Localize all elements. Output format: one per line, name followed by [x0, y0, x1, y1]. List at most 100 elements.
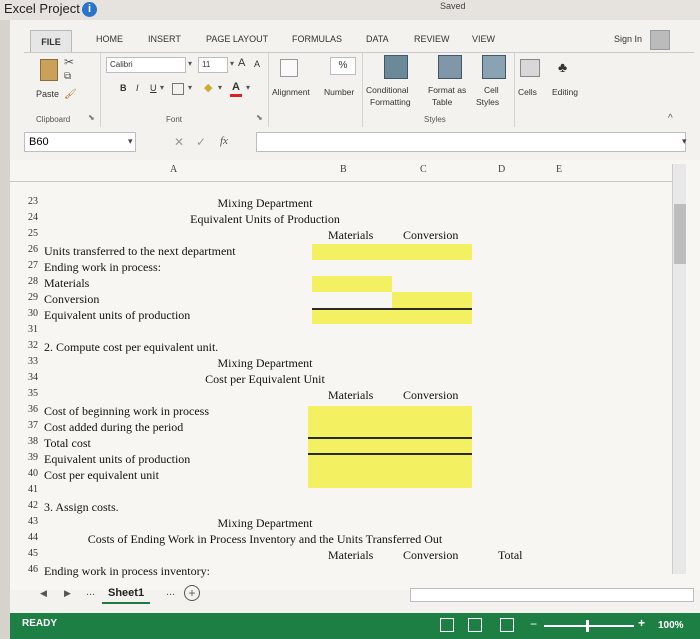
clipboard-launcher-icon[interactable]: ⬊	[88, 113, 95, 122]
cut-icon[interactable]: ✂	[64, 55, 74, 69]
name-box-dropdown-icon[interactable]: ▾	[128, 136, 133, 147]
tab-review[interactable]: REVIEW	[414, 34, 450, 44]
alignment-button[interactable]: Alignment	[272, 87, 310, 97]
sheet-tab-sheet1[interactable]: Sheet1	[102, 586, 151, 604]
font-name-dropdown-icon[interactable]: ▾	[188, 59, 192, 68]
cell-a[interactable]: Total cost	[44, 436, 91, 451]
format-as-table-label-2[interactable]: Table	[432, 97, 452, 107]
vertical-scroll-thumb[interactable]	[674, 204, 686, 264]
row-number[interactable]: 38	[28, 436, 42, 447]
cell-a[interactable]: Ending work in process:	[44, 260, 161, 275]
cells-icon[interactable]	[520, 59, 540, 77]
column-header-e[interactable]: E	[556, 164, 562, 175]
next-sheet-icon[interactable]: ▶	[64, 588, 71, 599]
fill-color-icon[interactable]: ◆	[204, 81, 212, 94]
cell-a[interactable]: Cost added during the period	[44, 420, 183, 435]
cell-styles-label-1[interactable]: Cell	[484, 85, 499, 95]
column-header-c[interactable]: C	[420, 164, 427, 175]
page-break-view-icon[interactable]	[500, 618, 514, 632]
info-icon[interactable]: i	[82, 2, 97, 17]
insert-function-icon[interactable]: fx	[220, 135, 228, 147]
cell-centered-heading[interactable]: Costs of Ending Work in Process Inventor…	[10, 532, 520, 547]
font-color-dropdown-icon[interactable]: ▾	[246, 83, 250, 92]
row-number[interactable]: 46	[28, 564, 42, 575]
cell-styles-icon[interactable]	[482, 55, 506, 79]
cell-c-header[interactable]: Conversion	[403, 388, 458, 403]
row-number[interactable]: 35	[28, 388, 42, 399]
italic-button[interactable]: I	[136, 83, 139, 93]
copy-icon[interactable]: ⧉	[64, 71, 71, 82]
row-number[interactable]: 36	[28, 404, 42, 415]
underline-button[interactable]: U	[150, 83, 157, 93]
expand-formula-bar-icon[interactable]: ▾	[682, 136, 687, 147]
borders-icon[interactable]	[172, 83, 184, 95]
editing-button[interactable]: Editing	[552, 87, 578, 97]
row-number[interactable]: 42	[28, 500, 42, 511]
column-header-b[interactable]: B	[340, 164, 347, 175]
bold-button[interactable]: B	[120, 83, 127, 93]
row-number[interactable]: 26	[28, 244, 42, 255]
fill-color-dropdown-icon[interactable]: ▾	[218, 83, 222, 92]
format-as-table-label-1[interactable]: Format as	[428, 85, 466, 95]
formula-input[interactable]	[256, 132, 686, 152]
shrink-font-button[interactable]: A	[254, 59, 260, 69]
number-button[interactable]: Number	[324, 87, 354, 97]
tab-insert[interactable]: INSERT	[148, 34, 181, 44]
cell-a[interactable]: Cost per equivalent unit	[44, 468, 159, 483]
sheets-more-right[interactable]: ...	[166, 586, 175, 598]
sign-in-link[interactable]: Sign In	[614, 34, 642, 44]
zoom-slider[interactable]	[544, 625, 634, 627]
zoom-level[interactable]: 100%	[658, 620, 684, 631]
cell-a[interactable]: Equivalent units of production	[44, 452, 190, 467]
tab-file[interactable]: FILE	[30, 30, 72, 52]
row-number[interactable]: 37	[28, 420, 42, 431]
cell-a[interactable]: Cost of beginning work in process	[44, 404, 209, 419]
font-name-box[interactable]: Calibri	[106, 57, 186, 73]
conditional-formatting-icon[interactable]	[384, 55, 408, 79]
row-number[interactable]: 27	[28, 260, 42, 271]
column-header-d[interactable]: D	[498, 164, 505, 175]
cell-a[interactable]: 3. Assign costs.	[44, 500, 119, 515]
avatar-icon[interactable]	[650, 30, 670, 50]
conditional-formatting-label-2[interactable]: Formatting	[370, 97, 411, 107]
vertical-scrollbar[interactable]	[672, 164, 686, 574]
enter-icon[interactable]: ✓	[196, 135, 206, 149]
format-as-table-icon[interactable]	[438, 55, 462, 79]
zoom-in-icon[interactable]: +	[638, 616, 645, 630]
row-number[interactable]: 45	[28, 548, 42, 559]
font-color-icon[interactable]: A	[230, 81, 242, 97]
cell-d-header[interactable]: Total	[498, 548, 523, 563]
borders-dropdown-icon[interactable]: ▾	[188, 83, 192, 92]
font-size-box[interactable]: 11	[198, 57, 228, 73]
column-header-a[interactable]: A	[170, 164, 177, 175]
name-box[interactable]: B60	[24, 132, 136, 152]
font-launcher-icon[interactable]: ⬊	[256, 113, 263, 122]
add-sheet-icon[interactable]: +	[184, 585, 200, 601]
cell-styles-label-2[interactable]: Styles	[476, 97, 499, 107]
row-number[interactable]: 28	[28, 276, 42, 287]
tab-view[interactable]: VIEW	[472, 34, 495, 44]
page-layout-view-icon[interactable]	[468, 618, 482, 632]
cell-c-header[interactable]: Conversion	[403, 548, 458, 563]
row-number[interactable]: 41	[28, 484, 42, 495]
tab-home[interactable]: HOME	[96, 34, 123, 44]
normal-view-icon[interactable]	[440, 618, 454, 632]
conditional-formatting-label-1[interactable]: Conditional	[366, 85, 409, 95]
cell-a[interactable]: Materials	[44, 276, 89, 291]
row-number[interactable]: 32	[28, 340, 42, 351]
row-number[interactable]: 40	[28, 468, 42, 479]
cell-a[interactable]: 2. Compute cost per equivalent unit.	[44, 340, 218, 355]
cell-centered-heading[interactable]: Mixing Department	[10, 196, 520, 211]
cell-centered-heading[interactable]: Mixing Department	[10, 356, 520, 371]
sheets-more-left[interactable]: ...	[86, 586, 95, 598]
cancel-icon[interactable]: ✕	[174, 135, 184, 149]
alignment-icon[interactable]	[280, 59, 298, 77]
row-number[interactable]: 31	[28, 324, 42, 335]
tab-page-layout[interactable]: PAGE LAYOUT	[206, 34, 268, 44]
cell-b-header[interactable]: Materials	[328, 548, 373, 563]
row-number[interactable]: 25	[28, 228, 42, 239]
cell-centered-heading[interactable]: Cost per Equivalent Unit	[10, 372, 520, 387]
font-size-dropdown-icon[interactable]: ▾	[230, 59, 234, 68]
cells-button[interactable]: Cells	[518, 87, 537, 97]
cell-a[interactable]: Units transferred to the next department	[44, 244, 236, 259]
